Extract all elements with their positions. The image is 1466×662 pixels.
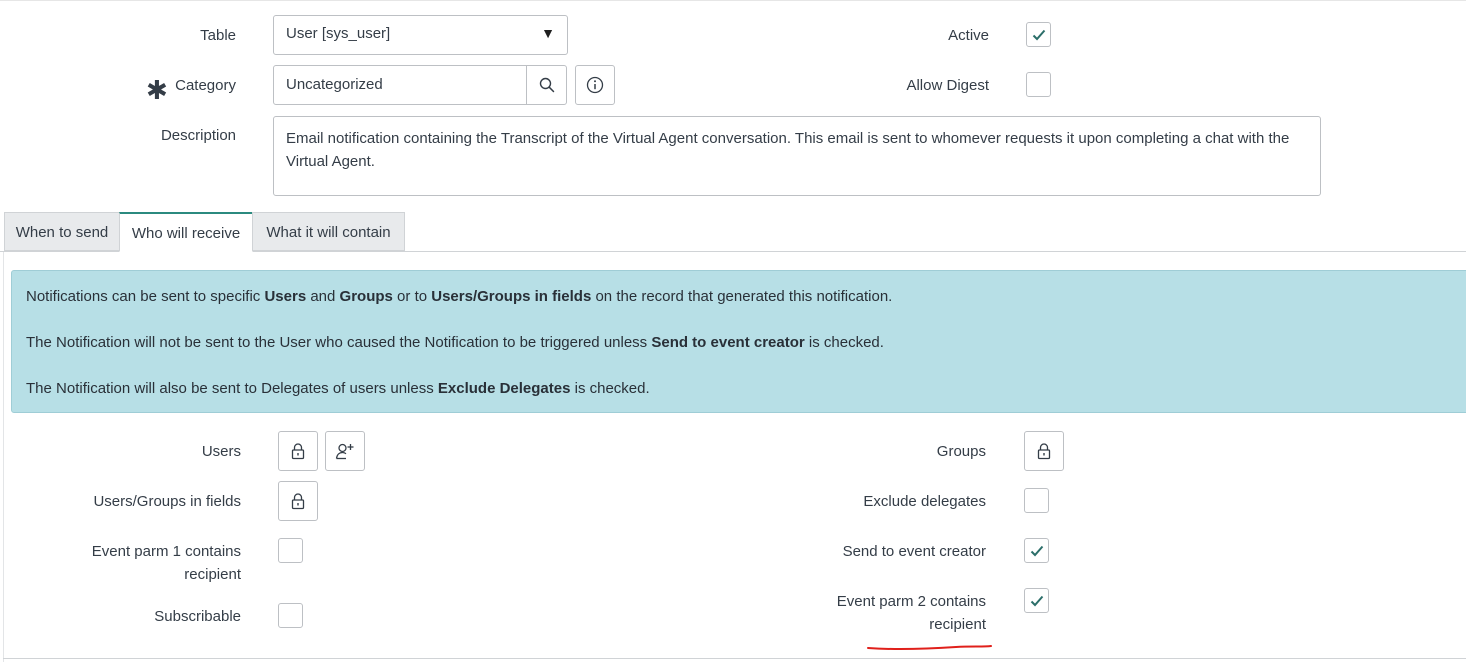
top-divider <box>0 0 1466 1</box>
info-line-1: Notifications can be sent to specific Us… <box>26 288 892 305</box>
event-parm-1-label: Event parm 1 contains recipient <box>40 540 241 586</box>
description-label: Description <box>160 127 236 144</box>
groups-unlock-button[interactable] <box>1024 431 1064 471</box>
lock-icon <box>291 443 305 460</box>
users-groups-in-fields-unlock-button[interactable] <box>278 481 318 521</box>
event-parm-1-label-line2: recipient <box>184 566 241 583</box>
groups-label: Groups <box>936 443 986 460</box>
checkmark-icon <box>1032 29 1045 40</box>
subscribable-label: Subscribable <box>154 608 241 625</box>
active-checkbox[interactable] <box>1026 22 1051 47</box>
tab-when-to-send[interactable]: When to send <box>4 212 120 251</box>
event-parm-1-checkbox[interactable] <box>278 538 303 563</box>
info-text: The Notification will not be sent to the… <box>26 334 652 351</box>
table-select-value: User [sys_user] <box>286 25 391 42</box>
info-text: is checked. <box>804 334 884 351</box>
allow-digest-checkbox[interactable] <box>1026 72 1051 97</box>
annotation-underline <box>867 645 992 651</box>
event-parm-2-checkbox[interactable] <box>1024 588 1049 613</box>
info-text: The Notification will also be sent to De… <box>26 380 438 397</box>
active-label: Active <box>948 27 989 44</box>
users-groups-in-fields-label: Users/Groups in fields <box>93 493 241 510</box>
notification-form: Table User [sys_user] ▼ ✱ Category Uncat… <box>0 0 1466 662</box>
checkmark-icon <box>1030 545 1043 556</box>
info-text: and <box>306 288 340 305</box>
info-panel: Notifications can be sent to specific Us… <box>11 270 1466 413</box>
exclude-delegates-label: Exclude delegates <box>863 493 986 510</box>
info-line-3: The Notification will also be sent to De… <box>26 380 650 397</box>
send-to-event-creator-checkbox[interactable] <box>1024 538 1049 563</box>
category-input-value: Uncategorized <box>286 76 383 93</box>
users-unlock-button[interactable] <box>278 431 318 471</box>
info-text: on the record that generated this notifi… <box>591 288 893 305</box>
info-bold: Users/Groups in fields <box>431 288 592 305</box>
lock-icon <box>1037 443 1051 460</box>
checkmark-icon <box>1030 595 1043 606</box>
chevron-down-icon: ▼ <box>541 25 555 41</box>
event-parm-1-label-line1: Event parm 1 contains <box>91 543 241 560</box>
info-bold: Users <box>264 288 307 305</box>
info-text: is checked. <box>570 380 650 397</box>
info-icon <box>586 76 604 94</box>
event-parm-2-label: Event parm 2 contains recipient <box>790 590 986 636</box>
info-text: Notifications can be sent to specific <box>26 288 265 305</box>
category-input[interactable]: Uncategorized <box>273 65 567 105</box>
table-label: Table <box>200 27 236 44</box>
section-left-border <box>3 252 4 662</box>
subscribable-checkbox[interactable] <box>278 603 303 628</box>
event-parm-2-label-line1: Event parm 2 contains <box>836 593 986 610</box>
info-bold: Exclude Delegates <box>437 380 571 397</box>
users-add-me-button[interactable] <box>325 431 365 471</box>
allow-digest-label: Allow Digest <box>906 77 989 94</box>
send-to-event-creator-label: Send to event creator <box>842 543 986 560</box>
table-select[interactable]: User [sys_user] ▼ <box>273 15 568 55</box>
info-bold: Groups <box>339 288 393 305</box>
tab-what-it-will-contain[interactable]: What it will contain <box>252 212 405 251</box>
event-parm-2-label-line2: recipient <box>929 616 986 633</box>
tab-who-will-receive[interactable]: Who will receive <box>119 212 253 252</box>
add-me-icon <box>335 443 354 460</box>
info-line-2: The Notification will not be sent to the… <box>26 334 884 351</box>
users-label: Users <box>201 443 241 460</box>
info-text: or to <box>392 288 432 305</box>
info-bold: Send to event creator <box>651 334 805 351</box>
exclude-delegates-checkbox[interactable] <box>1024 488 1049 513</box>
lock-icon <box>291 493 305 510</box>
category-info-button[interactable] <box>575 65 615 105</box>
search-icon <box>539 77 554 93</box>
category-label: Category <box>175 77 236 94</box>
description-textarea[interactable]: Email notification containing the Transc… <box>273 116 1321 196</box>
bottom-divider <box>3 658 1466 659</box>
category-lookup-button[interactable] <box>527 66 566 104</box>
